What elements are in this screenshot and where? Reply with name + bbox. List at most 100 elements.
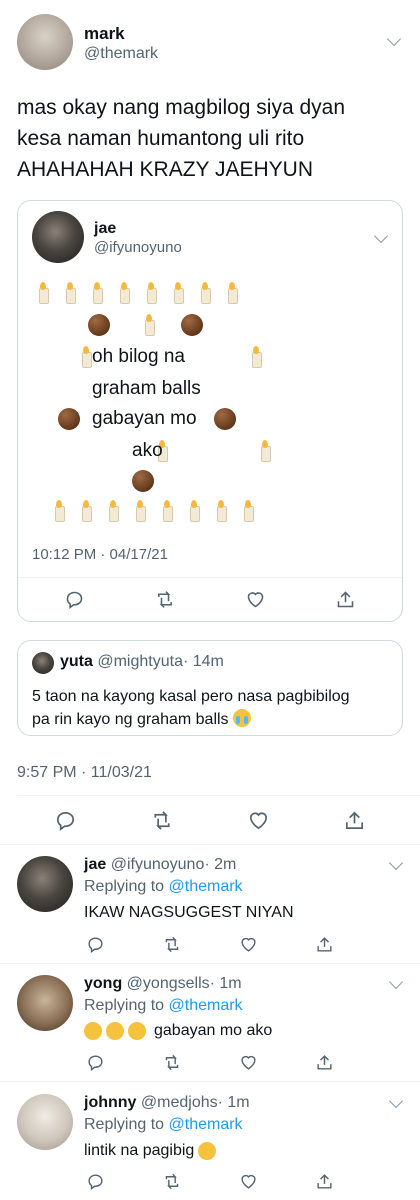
quoted-reply-text-line: 5 taon na kayong kasal pero nasa pagbibi… xyxy=(32,688,350,705)
reply-action-bar xyxy=(86,1052,334,1072)
retweet-icon[interactable] xyxy=(150,809,174,832)
divider xyxy=(17,795,420,796)
quoted-action-bar xyxy=(64,588,356,610)
chevron-down-icon[interactable] xyxy=(388,974,404,990)
candle-emoji xyxy=(142,314,156,336)
candle-emoji xyxy=(225,282,239,304)
reply-handle[interactable]: @ifyunoyuno xyxy=(111,856,205,873)
crying-emoji xyxy=(198,1142,217,1160)
like-icon[interactable] xyxy=(239,1053,258,1072)
reply-icon[interactable] xyxy=(86,1172,105,1191)
replying-to: Replying to @themark xyxy=(84,997,243,1015)
reply-header: johnny @medjohs· 1m xyxy=(84,1094,250,1112)
candle-emoji xyxy=(117,282,131,304)
tweet-text-line: AHAHAHAH KRAZY JAEHYUN xyxy=(17,158,314,181)
reply-header: yong @yongsells· 1m xyxy=(84,975,242,993)
replying-to-label: Replying to xyxy=(84,878,165,895)
divider xyxy=(18,577,402,578)
reply-text: gabayan mo ako xyxy=(154,1022,273,1039)
replying-to-link[interactable]: @themark xyxy=(169,1116,243,1133)
candle-emoji xyxy=(106,500,120,522)
author-name[interactable]: mark xyxy=(84,24,125,44)
tweet-text-line: kesa naman humantong uli rito xyxy=(17,127,305,150)
reply-icon[interactable] xyxy=(86,935,105,954)
cookie-emoji xyxy=(214,408,236,430)
reply-time[interactable]: · 2m xyxy=(204,856,236,873)
retweet-icon[interactable] xyxy=(162,935,182,954)
like-icon[interactable] xyxy=(247,809,270,832)
quoted-reply-text-line: pa rin kayo ng graham balls xyxy=(32,711,229,728)
avatar[interactable] xyxy=(17,856,73,912)
reply-icon[interactable] xyxy=(64,589,85,610)
candle-emoji xyxy=(63,282,77,304)
candle-emoji xyxy=(187,500,201,522)
author-handle[interactable]: @themark xyxy=(84,45,158,63)
reply-name[interactable]: johnny xyxy=(84,1094,136,1111)
avatar[interactable] xyxy=(32,211,84,263)
avatar[interactable] xyxy=(17,1094,73,1150)
cookie-emoji xyxy=(132,470,154,492)
poem-line: ako xyxy=(132,440,163,461)
replying-to-link[interactable]: @themark xyxy=(169,878,243,895)
replying-to-link[interactable]: @themark xyxy=(169,997,243,1014)
share-icon[interactable] xyxy=(335,589,356,610)
crying-emoji xyxy=(106,1022,124,1040)
quoted-author-name[interactable]: jae xyxy=(94,220,116,238)
candle-emoji xyxy=(249,346,263,368)
reply-handle[interactable]: @medjohs xyxy=(141,1094,218,1111)
candle-emoji xyxy=(214,500,228,522)
candle-emoji xyxy=(36,282,50,304)
candle-emoji xyxy=(241,500,255,522)
replying-to: Replying to @themark xyxy=(84,878,243,896)
reply-icon[interactable] xyxy=(54,809,77,832)
avatar[interactable] xyxy=(32,652,54,674)
candle-emoji xyxy=(258,440,272,462)
candle-emoji xyxy=(160,500,174,522)
reply-time[interactable]: · 1m xyxy=(210,975,242,992)
reply-name[interactable]: yong xyxy=(84,975,122,992)
cookie-emoji xyxy=(58,408,80,430)
poem-line: graham balls xyxy=(92,378,201,399)
avatar[interactable] xyxy=(17,14,73,70)
reply-name[interactable]: jae xyxy=(84,856,106,873)
reply-text: lintik na pagibig xyxy=(84,1142,195,1159)
candle-emoji xyxy=(52,500,66,522)
reply-header: jae @ifyunoyuno· 2m xyxy=(84,856,236,874)
quoted-reply-handle[interactable]: @mightyuta xyxy=(97,653,183,670)
divider xyxy=(0,1081,420,1082)
reply-text: IKAW NAGSUGGEST NIYAN xyxy=(84,904,294,921)
reply-action-bar xyxy=(86,934,334,954)
avatar[interactable] xyxy=(17,975,73,1031)
reply-text-row: lintik na pagibig xyxy=(84,1142,217,1160)
quoted-reply-time[interactable]: · 14m xyxy=(183,653,224,670)
replying-to-label: Replying to xyxy=(84,997,165,1014)
quoted-reply-name[interactable]: yuta xyxy=(60,653,93,670)
reply-text-row: gabayan mo ako xyxy=(84,1022,272,1040)
poem-line: oh bilog na xyxy=(92,346,185,367)
reply-handle[interactable]: @yongsells xyxy=(127,975,210,992)
reply-time[interactable]: · 1m xyxy=(218,1094,250,1111)
quoted-timestamp[interactable]: 10:12 PM · 04/17/21 xyxy=(32,546,168,563)
chevron-down-icon[interactable] xyxy=(388,855,404,871)
tweet-action-bar xyxy=(54,808,366,832)
reply-action-bar xyxy=(86,1171,334,1191)
tweet-timestamp[interactable]: 9:57 PM · 11/03/21 xyxy=(17,764,152,782)
like-icon[interactable] xyxy=(239,935,258,954)
share-icon[interactable] xyxy=(343,809,366,832)
chevron-down-icon[interactable] xyxy=(386,31,402,47)
share-icon[interactable] xyxy=(315,1053,334,1072)
retweet-icon[interactable] xyxy=(162,1053,182,1072)
like-icon[interactable] xyxy=(239,1172,258,1191)
share-icon[interactable] xyxy=(315,1172,334,1191)
chevron-down-icon[interactable] xyxy=(388,1093,404,1109)
retweet-icon[interactable] xyxy=(162,1172,182,1191)
candle-emoji xyxy=(133,500,147,522)
share-icon[interactable] xyxy=(315,935,334,954)
candle-emoji xyxy=(79,500,93,522)
emoji-poem: oh bilog na graham balls gabayan mo ako xyxy=(32,280,392,522)
retweet-icon[interactable] xyxy=(154,589,176,610)
like-icon[interactable] xyxy=(245,589,266,610)
quoted-author-handle[interactable]: @ifyunoyuno xyxy=(94,239,182,256)
candle-emoji xyxy=(90,282,104,304)
reply-icon[interactable] xyxy=(86,1053,105,1072)
